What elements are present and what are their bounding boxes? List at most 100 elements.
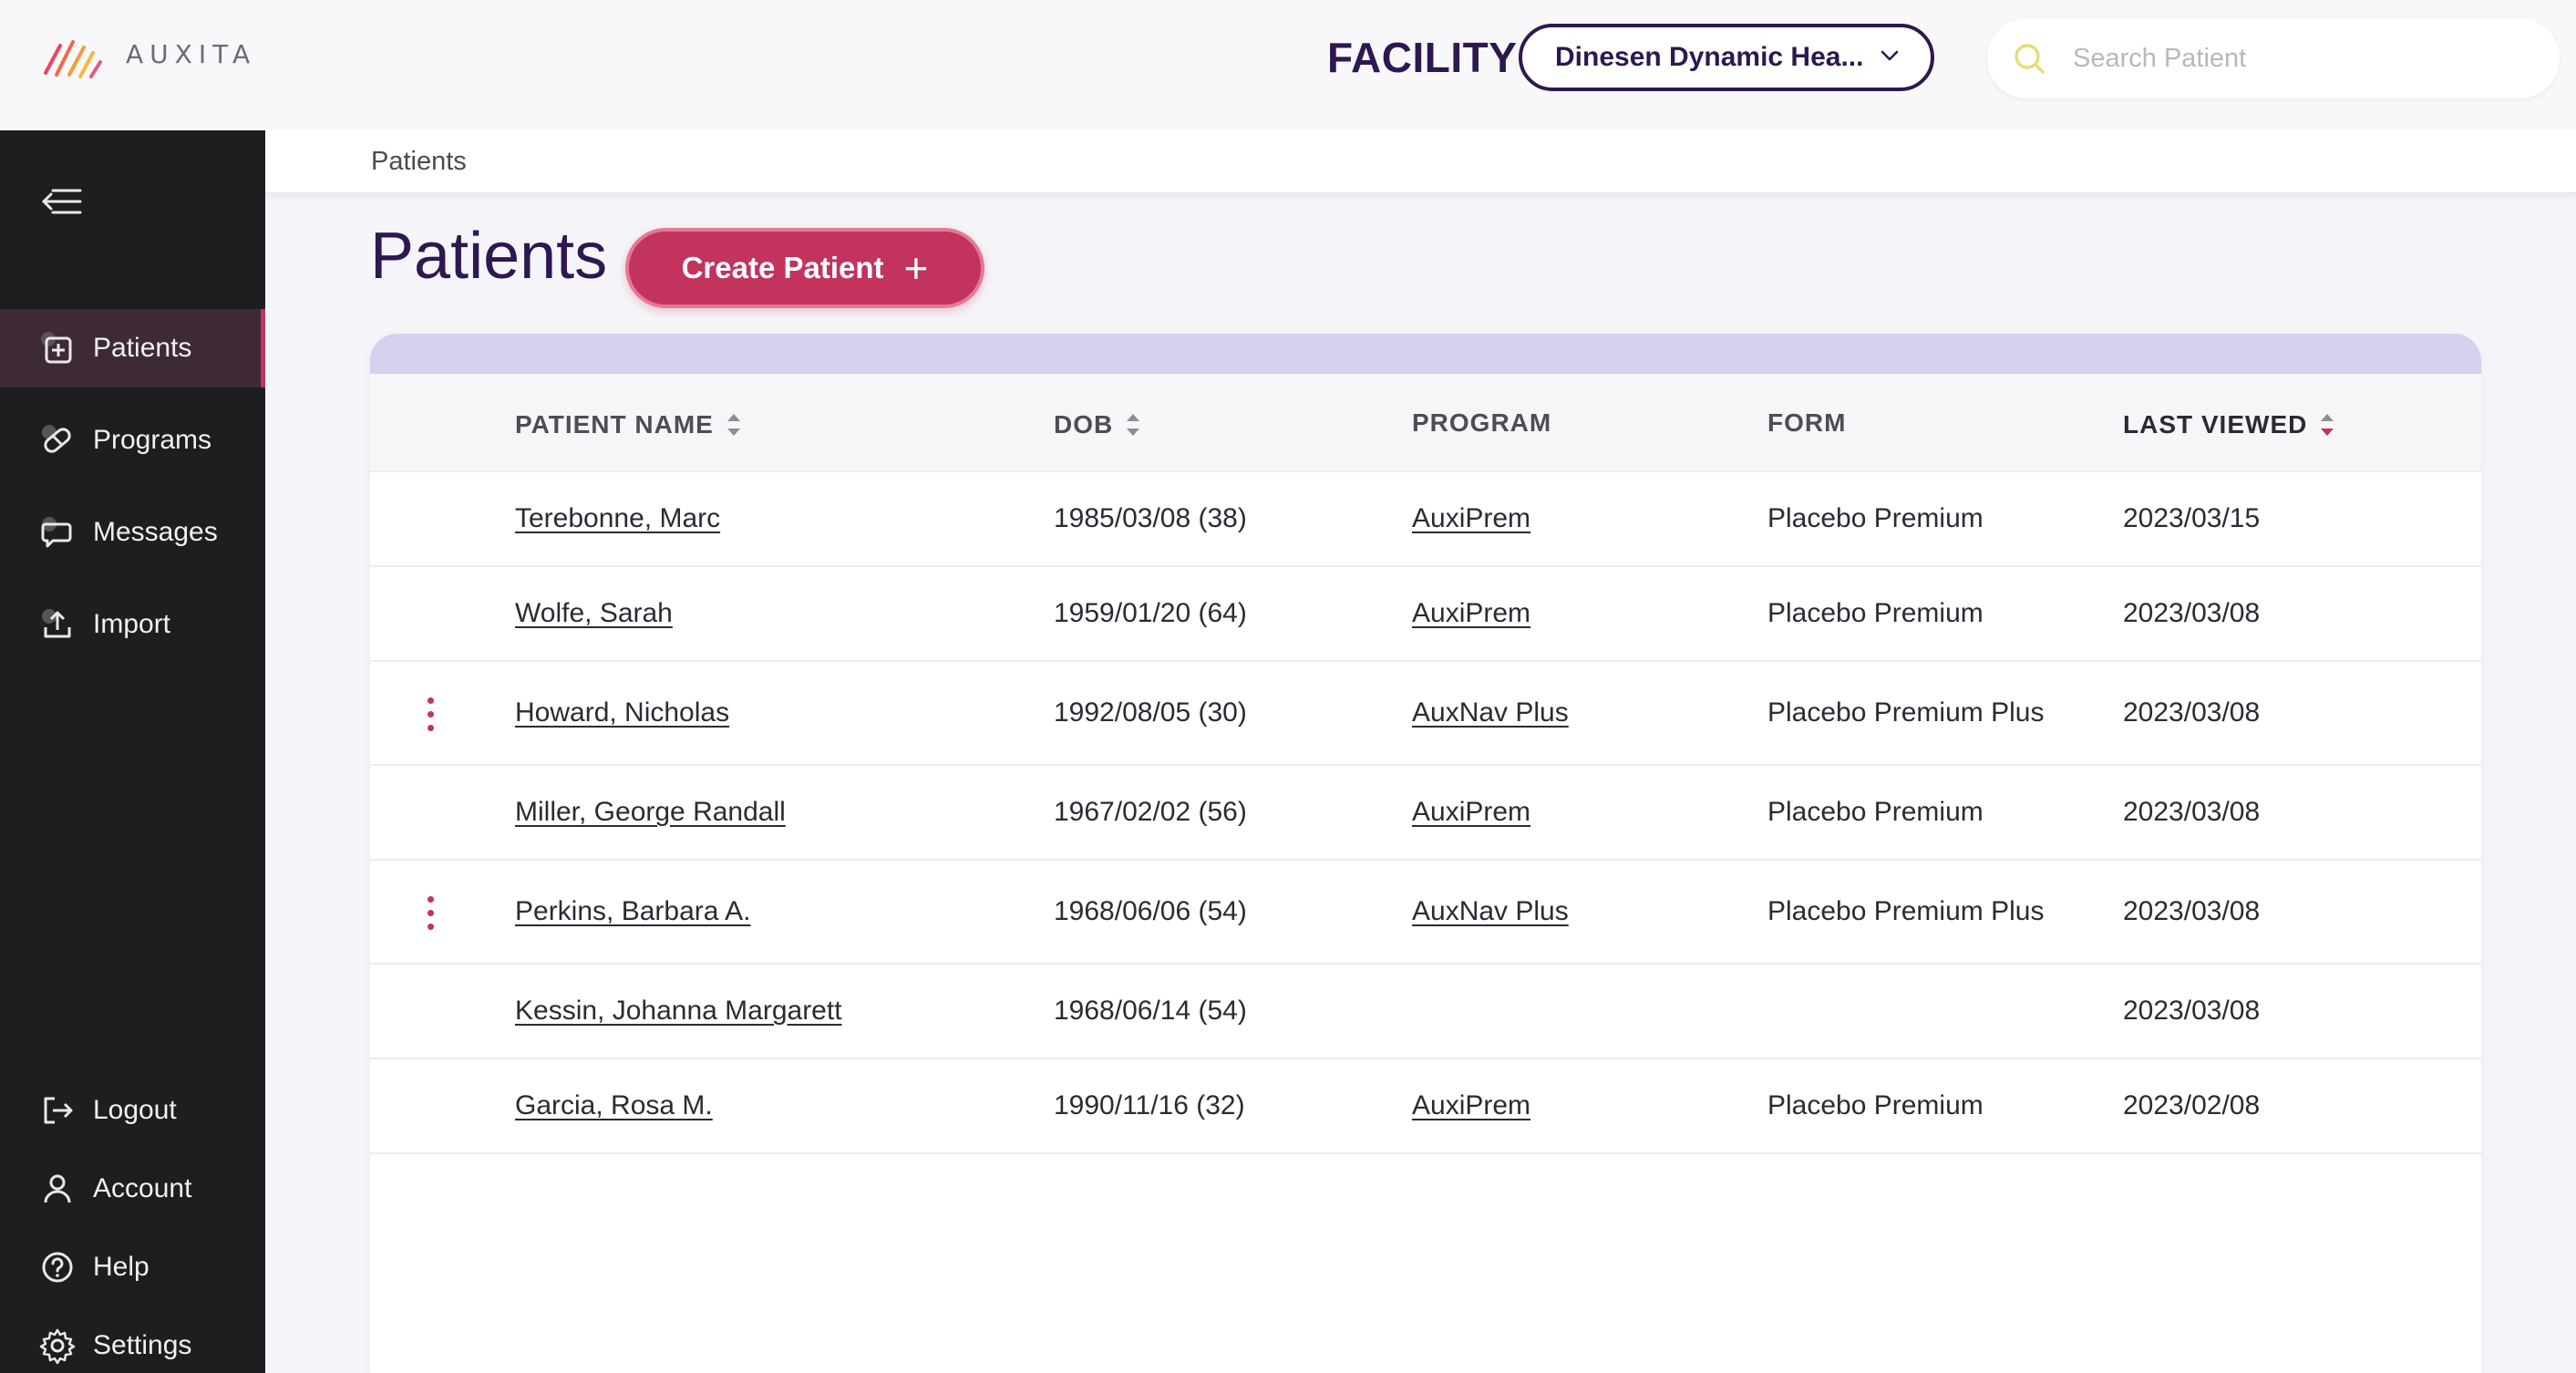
- facility-select[interactable]: Dinesen Dynamic Hea...: [1519, 24, 1934, 91]
- auxita-logo[interactable]: AUXITA: [40, 26, 256, 82]
- column-header-form: FORM: [1767, 408, 1846, 438]
- dob-cell: 1990/11/16 (32): [1054, 1090, 1245, 1120]
- column-header-last-viewed[interactable]: LAST VIEWED: [2123, 408, 2336, 441]
- sidebar-item-messages[interactable]: Messages: [0, 493, 265, 572]
- column-label: FORM: [1767, 408, 1847, 437]
- plus-icon: +: [903, 244, 929, 292]
- column-header-patient-name[interactable]: PATIENT NAME: [515, 408, 743, 441]
- column-label: LAST VIEWED: [2123, 410, 2308, 439]
- table-row[interactable]: Terebonne, Marc 1985/03/08 (38) AuxiPrem Pl…: [370, 472, 2481, 567]
- sidebar-item-programs[interactable]: Programs: [0, 401, 265, 480]
- more-options-icon[interactable]: [421, 697, 439, 738]
- table-row[interactable]: Howard, Nicholas 1992/08/05 (30) AuxNav Pl…: [370, 662, 2481, 766]
- chevron-down-icon: [1880, 50, 1899, 61]
- brand-name: AUXITA: [126, 38, 257, 69]
- column-header-dob[interactable]: DOB: [1054, 408, 1142, 441]
- sidebar-item-logout[interactable]: Logout: [0, 1071, 265, 1150]
- help-icon: [42, 1252, 73, 1283]
- patient-name-link[interactable]: Garcia, Rosa M.: [515, 1090, 713, 1121]
- table-row[interactable]: Miller, George Randall 1967/02/02 (56) Aux…: [370, 766, 2481, 861]
- dob-cell: 1985/03/08 (38): [1054, 503, 1247, 533]
- last-viewed-cell: 2023/03/08: [2123, 598, 2261, 628]
- user-icon: [44, 1174, 71, 1203]
- table-row[interactable]: Garcia, Rosa M. 1990/11/16 (32) AuxiPrem Pl…: [370, 1059, 2481, 1154]
- form-cell: Placebo Premium: [1767, 598, 1984, 628]
- sidebar-item-help[interactable]: Help: [0, 1228, 265, 1306]
- sidebar-item-label: Settings: [93, 1330, 192, 1360]
- sidebar-item-label: Logout: [93, 1095, 177, 1125]
- patient-name-link[interactable]: Terebonne, Marc: [515, 503, 720, 534]
- sidebar-item-label: Account: [93, 1173, 192, 1203]
- last-viewed-cell: 2023/03/08: [2123, 797, 2261, 827]
- sort-icon: [726, 414, 740, 436]
- gear-icon: [39, 1328, 76, 1365]
- table-row[interactable]: Kessin, Johanna Margarett 1968/06/14 (54)…: [370, 965, 2481, 1059]
- column-label: DOB: [1054, 410, 1114, 439]
- table-row[interactable]: Perkins, Barbara A. 1968/06/06 (54) AuxNav…: [370, 861, 2481, 965]
- search-input[interactable]: [2073, 43, 2510, 74]
- sort-icon: [1127, 414, 1140, 436]
- patient-name-link[interactable]: Perkins, Barbara A.: [515, 896, 750, 927]
- dob-cell: 1968/06/06 (54): [1054, 896, 1247, 926]
- collapse-menu-icon[interactable]: [40, 183, 84, 220]
- top-bar: AUXITA FACILITY Dinesen Dynamic Hea...: [0, 0, 2576, 130]
- breadcrumb-item[interactable]: Patients: [371, 147, 467, 177]
- form-cell: Placebo Premium: [1767, 797, 1984, 827]
- sidebar-item-label: Help: [93, 1252, 149, 1282]
- patient-name-link[interactable]: Howard, Nicholas: [515, 697, 729, 728]
- column-header-program: PROGRAM: [1412, 408, 1551, 438]
- chat-icon: [41, 517, 72, 548]
- dob-cell: 1992/08/05 (30): [1054, 697, 1247, 728]
- last-viewed-cell: 2023/03/08: [2123, 697, 2261, 728]
- facility-label: FACILITY: [1327, 34, 1518, 81]
- facility-value: Dinesen Dynamic Hea...: [1555, 42, 1864, 72]
- dob-cell: 1968/06/14 (54): [1054, 996, 1247, 1026]
- logout-icon: [44, 1097, 73, 1124]
- search-icon: [2014, 44, 2045, 74]
- patient-name-link[interactable]: Miller, George Randall: [515, 797, 786, 828]
- sort-descending-icon: [2321, 414, 2334, 436]
- program-link[interactable]: AuxiPrem: [1412, 1090, 1530, 1121]
- page-title: Patients: [370, 220, 608, 293]
- form-cell: Placebo Premium Plus: [1767, 896, 2045, 926]
- auxita-logo-icon: [44, 40, 102, 78]
- sidebar-item-label: Messages: [93, 517, 218, 547]
- patient-name-link[interactable]: Wolfe, Sarah: [515, 598, 673, 629]
- last-viewed-cell: 2023/02/08: [2123, 1090, 2261, 1120]
- sidebar-item-account[interactable]: Account: [0, 1150, 265, 1228]
- sidebar: Patients Programs Messages Import Logout…: [0, 130, 265, 1373]
- last-viewed-cell: 2023/03/08: [2123, 996, 2261, 1026]
- table-row[interactable]: Wolfe, Sarah 1959/01/20 (64) AuxiPrem Place…: [370, 567, 2481, 662]
- patients-table: PATIENT NAME DOB PROGRAM FORM LAST VIEWE…: [370, 334, 2481, 1373]
- breadcrumb: Patients: [265, 130, 2576, 194]
- sidebar-item-patients[interactable]: Patients: [0, 309, 265, 387]
- dob-cell: 1967/02/02 (56): [1054, 797, 1247, 827]
- program-link[interactable]: AuxiPrem: [1412, 797, 1530, 828]
- program-link[interactable]: AuxNav Plus: [1412, 697, 1569, 728]
- form-cell: Placebo Premium: [1767, 1090, 1984, 1120]
- form-cell: Placebo Premium Plus: [1767, 697, 2045, 728]
- table-header: PATIENT NAME DOB PROGRAM FORM LAST VIEWE…: [370, 374, 2481, 472]
- search-box[interactable]: [1987, 18, 2560, 98]
- pill-icon: [42, 425, 71, 453]
- program-link[interactable]: AuxiPrem: [1412, 503, 1530, 534]
- create-patient-button[interactable]: Create Patient +: [625, 228, 984, 308]
- more-options-icon[interactable]: [421, 896, 439, 936]
- last-viewed-cell: 2023/03/15: [2123, 503, 2261, 533]
- table-header-band: [370, 334, 2481, 374]
- program-link[interactable]: AuxiPrem: [1412, 598, 1530, 629]
- column-label: PATIENT NAME: [515, 410, 714, 439]
- dob-cell: 1959/01/20 (64): [1054, 598, 1247, 628]
- last-viewed-cell: 2023/03/08: [2123, 896, 2261, 926]
- create-patient-label: Create Patient: [681, 251, 884, 284]
- program-link[interactable]: AuxNav Plus: [1412, 896, 1569, 927]
- patient-folder-icon: [41, 332, 72, 364]
- sidebar-item-label: Import: [93, 609, 171, 639]
- column-label: PROGRAM: [1412, 408, 1552, 437]
- sidebar-item-label: Patients: [93, 333, 192, 363]
- sidebar-item-label: Programs: [93, 425, 212, 455]
- patient-name-link[interactable]: Kessin, Johanna Margarett: [515, 996, 842, 1027]
- sidebar-item-settings[interactable]: Settings: [0, 1306, 265, 1373]
- form-cell: Placebo Premium: [1767, 503, 1984, 533]
- sidebar-item-import[interactable]: Import: [0, 585, 265, 664]
